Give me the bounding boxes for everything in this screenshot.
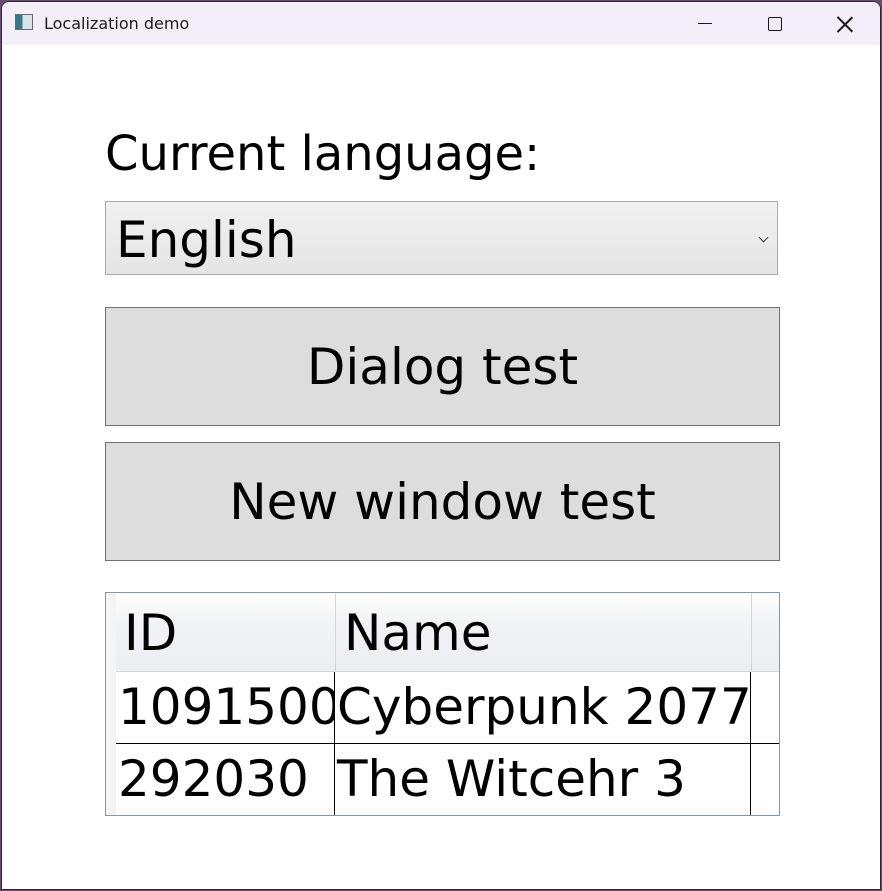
maximize-button[interactable] bbox=[740, 2, 810, 45]
cell-id[interactable]: 292030 bbox=[118, 744, 335, 815]
new-window-test-button[interactable]: New window test bbox=[105, 442, 780, 561]
cell-name[interactable]: Cyberpunk 2077 bbox=[335, 672, 751, 743]
title-bar[interactable]: Localization demo bbox=[2, 2, 880, 45]
maximize-icon bbox=[768, 16, 782, 31]
row-header-column bbox=[106, 593, 116, 815]
cell-name[interactable]: The Witcehr 3 bbox=[335, 744, 751, 815]
cell-id[interactable]: 1091500 bbox=[118, 672, 335, 743]
dialog-test-button[interactable]: Dialog test bbox=[105, 307, 780, 426]
current-language-label: Current language: bbox=[105, 126, 541, 182]
language-selected-value: English bbox=[116, 211, 297, 269]
app-window-icon bbox=[15, 14, 33, 30]
language-combobox[interactable]: English bbox=[105, 201, 778, 275]
close-icon bbox=[836, 15, 854, 33]
minimize-button[interactable] bbox=[670, 2, 740, 45]
column-header-id[interactable]: ID bbox=[116, 593, 336, 671]
window-title: Localization demo bbox=[44, 14, 190, 33]
close-button[interactable] bbox=[810, 2, 880, 45]
column-header-name[interactable]: Name bbox=[336, 593, 752, 671]
grid-header-row: ID Name bbox=[116, 593, 779, 672]
chevron-down-icon bbox=[758, 232, 769, 243]
table-row[interactable]: 292030 The Witcehr 3 bbox=[116, 744, 779, 815]
main-window: Localization demo Current language: Engl… bbox=[1, 1, 881, 890]
column-header-filler bbox=[752, 593, 779, 671]
table-row[interactable]: 1091500 Cyberpunk 2077 bbox=[116, 672, 779, 744]
games-data-grid[interactable]: ID Name 1091500 Cyberpunk 2077 292030 Th… bbox=[105, 592, 780, 816]
minimize-icon bbox=[698, 23, 712, 24]
